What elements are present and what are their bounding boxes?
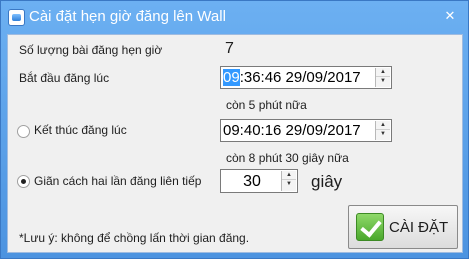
check-icon xyxy=(356,213,384,241)
interval-spinner[interactable]: ▲ ▼ xyxy=(281,171,296,191)
spin-up-icon[interactable]: ▲ xyxy=(376,121,390,130)
spin-up-icon[interactable]: ▲ xyxy=(282,171,296,180)
start-time-rest: :36:46 29/09/2017 xyxy=(239,69,361,86)
post-count-value: 7 xyxy=(225,40,234,57)
end-time-label[interactable]: Kết thúc đăng lúc xyxy=(34,123,127,137)
start-hour-selected[interactable]: 09 xyxy=(223,69,240,86)
spin-down-icon[interactable]: ▼ xyxy=(282,180,296,189)
start-time-label: Bắt đầu đăng lúc xyxy=(19,71,110,85)
end-time-note: còn 8 phút 30 giây nữa xyxy=(226,151,349,165)
start-time-note: còn 5 phút nữa xyxy=(226,98,307,112)
interval-radio[interactable] xyxy=(17,175,30,188)
app-icon xyxy=(8,9,25,26)
interval-unit: giây xyxy=(311,172,343,191)
close-icon[interactable]: ✕ xyxy=(437,5,463,27)
spin-down-icon[interactable]: ▼ xyxy=(376,130,390,139)
end-time-picker[interactable]: 09:40:16 29/09/2017 ▲ ▼ xyxy=(220,119,392,142)
start-time-picker[interactable]: 09:36:46 29/09/2017 ▲ ▼ xyxy=(220,66,392,89)
dialog-window: Cài đặt hẹn giờ đăng lên Wall ✕ Số lượng… xyxy=(0,0,469,259)
end-time-spinner[interactable]: ▲ ▼ xyxy=(375,121,390,140)
title-bar[interactable]: Cài đặt hẹn giờ đăng lên Wall ✕ xyxy=(1,1,468,34)
post-count-label: Số lượng bài đăng hẹn giờ xyxy=(19,43,163,57)
dialog-body: Số lượng bài đăng hẹn giờ 7 Bắt đầu đăng… xyxy=(7,34,463,253)
interval-label[interactable]: Giãn cách hai lần đăng liên tiếp xyxy=(34,174,201,188)
spin-down-icon[interactable]: ▼ xyxy=(376,77,390,86)
interval-stepper[interactable]: 30 ▲ ▼ xyxy=(220,169,298,193)
set-button-label: CÀI ĐẶT xyxy=(389,219,449,236)
end-time-radio[interactable] xyxy=(17,125,30,138)
set-button[interactable]: CÀI ĐẶT xyxy=(348,205,458,249)
start-time-spinner[interactable]: ▲ ▼ xyxy=(375,68,390,87)
spin-up-icon[interactable]: ▲ xyxy=(376,68,390,77)
footnote: *Lưu ý: không để chồng lấn thời gian đăn… xyxy=(19,231,250,245)
end-time-value: 09:40:16 29/09/2017 xyxy=(223,122,361,139)
window-title: Cài đặt hẹn giờ đăng lên Wall xyxy=(29,8,226,25)
interval-value: 30 xyxy=(243,173,261,190)
